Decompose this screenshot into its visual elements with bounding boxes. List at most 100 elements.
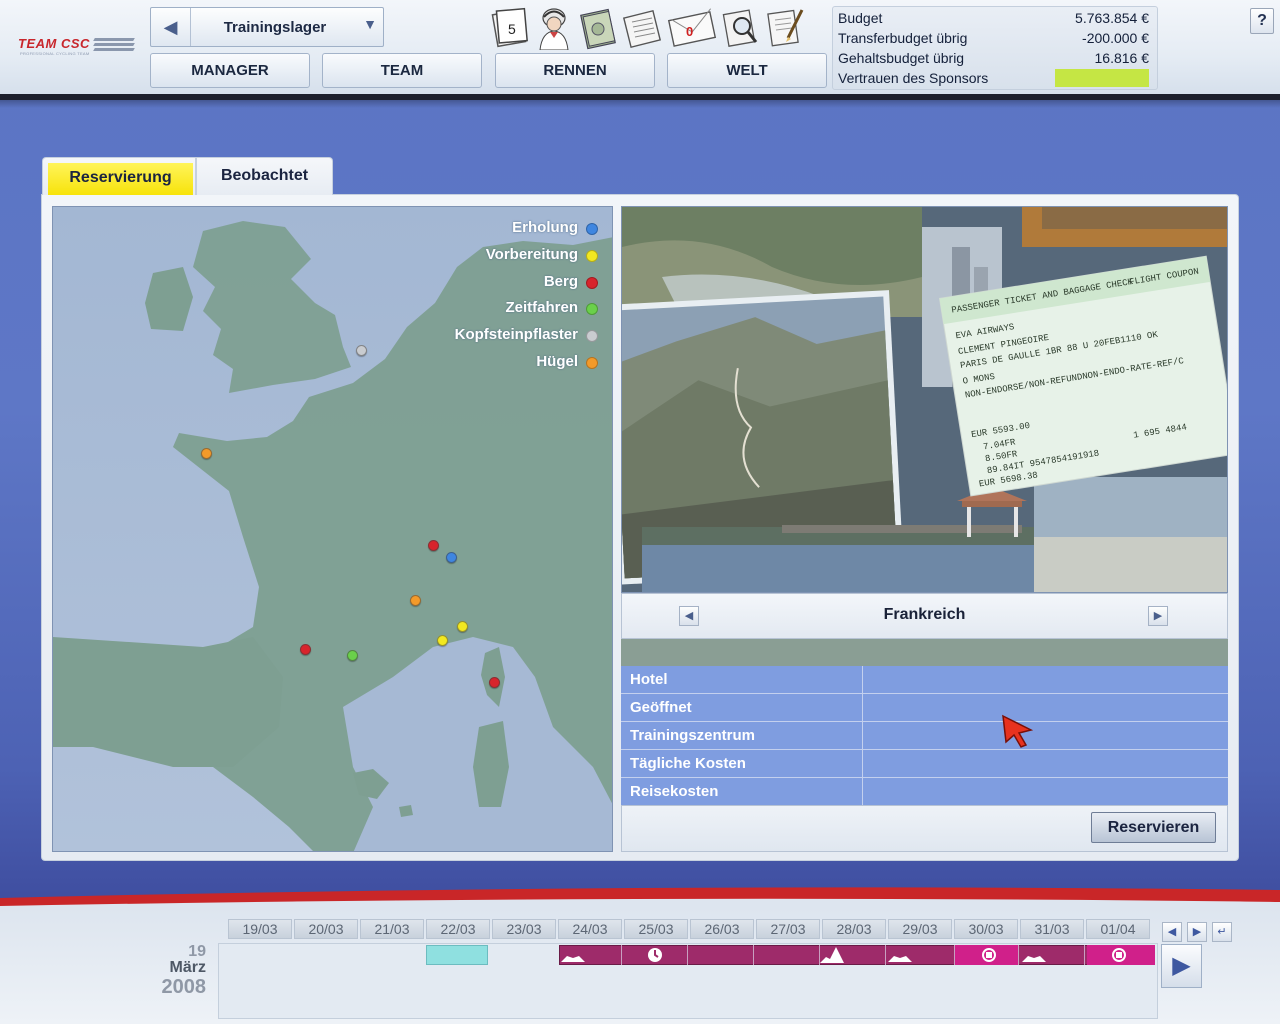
date-tab[interactable]: 31/03: [1020, 919, 1084, 939]
calendar-next-button[interactable]: ▶: [1187, 922, 1207, 942]
previous-screen-button[interactable]: ◀: [151, 8, 191, 46]
details-row-label: Trainingszentrum: [630, 727, 756, 744]
calendar-today-button[interactable]: ↵: [1212, 922, 1232, 942]
money-stack-icon[interactable]: [578, 4, 618, 50]
arrow-left-icon: ◀: [684, 610, 694, 622]
timeline-day-cell[interactable]: [688, 945, 754, 965]
svg-text:5: 5: [508, 21, 516, 37]
newspaper-icon[interactable]: [622, 4, 662, 50]
hilly-stage-icon: [888, 956, 912, 962]
legend-kopfsteinpflaster: Kopfsteinpflaster: [454, 326, 598, 346]
details-column-divider: [862, 778, 863, 806]
date-tab[interactable]: 30/03: [954, 919, 1018, 939]
country-name: Frankreich: [883, 606, 966, 623]
mouse-cursor-icon: [1002, 714, 1034, 748]
mail-icon[interactable]: 0: [666, 4, 718, 50]
details-row-taegliche-kosten: Tägliche Kosten: [621, 750, 1228, 778]
salary-budget-row: Gehaltsbudget übrig 16.816 €: [838, 48, 1149, 68]
location-photo-collage: PASSENGER TICKET AND BAGGAGE CHECK FLIGH…: [621, 206, 1228, 593]
date-tab[interactable]: 24/03: [558, 919, 622, 939]
details-row-label: Tägliche Kosten: [630, 755, 746, 772]
details-row-trainingszentrum: Trainingszentrum: [621, 722, 1228, 750]
legend-erholung: Erholung: [512, 219, 598, 239]
legend-label: Erholung: [512, 219, 578, 236]
camp-pin-vorbereitung[interactable]: [457, 621, 468, 632]
camp-pin-erholung[interactable]: [446, 552, 457, 563]
details-column-divider: [862, 694, 863, 722]
date-tab[interactable]: 20/03: [294, 919, 358, 939]
date-tab[interactable]: 23/03: [492, 919, 556, 939]
camp-pin-berg[interactable]: [489, 677, 500, 688]
dropdown-arrow-icon[interactable]: ▼: [363, 16, 377, 32]
legend-berg: Berg: [544, 273, 598, 293]
details-row-hotel: Hotel: [621, 666, 1228, 694]
date-tab[interactable]: 27/03: [756, 919, 820, 939]
camp-pin-berg[interactable]: [428, 540, 439, 551]
budget-label: Budget: [838, 10, 883, 26]
reserve-button[interactable]: Reservieren: [1091, 812, 1216, 843]
details-column-divider: [862, 666, 863, 694]
date-tab[interactable]: 19/03: [228, 919, 292, 939]
team-logo-text: TEAM CSC: [18, 36, 90, 51]
current-date-year: 2008: [161, 976, 207, 998]
date-tab[interactable]: 22/03: [426, 919, 490, 939]
camp-pin-huegel[interactable]: [410, 595, 421, 606]
play-arrow-icon: ▶: [1172, 952, 1191, 979]
next-country-button[interactable]: ▶: [1148, 606, 1168, 626]
legend-label: Zeitfahren: [505, 299, 578, 316]
advance-day-button[interactable]: ▶: [1161, 944, 1202, 988]
details-column-divider: [862, 722, 863, 750]
notes-icon[interactable]: [766, 4, 806, 50]
tab-reservierung[interactable]: Reservierung: [42, 157, 196, 195]
camp-pin-berg[interactable]: [300, 644, 311, 655]
date-tab[interactable]: 29/03: [888, 919, 952, 939]
camp-pin-vorbereitung[interactable]: [437, 635, 448, 646]
timeline-day-cell[interactable]: [754, 945, 820, 965]
date-tab[interactable]: 01/04: [1086, 919, 1150, 939]
toolbar-icons: 5 0: [490, 4, 810, 52]
camp-pin-zeitfahren[interactable]: [347, 650, 358, 661]
arrow-left-icon: ◀: [1167, 926, 1177, 938]
nav-rennen-button[interactable]: RENNEN: [495, 53, 655, 88]
country-navigator: ◀ Frankreich ▶: [621, 593, 1228, 639]
transfer-budget-label: Transferbudget übrig: [838, 30, 968, 46]
previous-country-button[interactable]: ◀: [679, 606, 699, 626]
tab-beobachtet[interactable]: Beobachtet: [196, 157, 333, 195]
legend-vorbereitung: Vorbereitung: [486, 246, 598, 266]
calendar-prev-button[interactable]: ◀: [1162, 922, 1182, 942]
help-button[interactable]: ?: [1250, 8, 1274, 34]
details-table-header: [621, 639, 1228, 666]
calendar-icon[interactable]: 5: [490, 4, 530, 50]
date-tab[interactable]: 25/03: [624, 919, 688, 939]
nav-welt-button[interactable]: WELT: [667, 53, 827, 88]
salary-budget-value: 16.816 €: [1094, 50, 1150, 66]
logo-stripes: [93, 38, 135, 54]
date-tab[interactable]: 26/03: [690, 919, 754, 939]
legend-dot-icon: [586, 250, 598, 262]
salary-budget-label: Gehaltsbudget übrig: [838, 50, 965, 66]
camp-pin-huegel[interactable]: [201, 448, 212, 459]
timeline-training-camp-event[interactable]: [426, 945, 488, 965]
date-tab[interactable]: 28/03: [822, 919, 886, 939]
camp-pin-kopfsteinpflaster[interactable]: [356, 345, 367, 356]
cyclist-icon[interactable]: [534, 4, 574, 51]
details-column-divider: [862, 750, 863, 778]
time-trial-clock-icon: [648, 948, 662, 962]
details-row-label: Reisekosten: [630, 783, 719, 800]
screen-title: Trainingslager: [223, 19, 327, 36]
svg-text:0: 0: [686, 24, 693, 39]
flat-stage-icon: [1022, 956, 1046, 962]
date-tab[interactable]: 21/03: [360, 919, 424, 939]
legend-label: Kopfsteinpflaster: [454, 326, 578, 343]
transfer-budget-value: -200.000 €: [1082, 30, 1149, 46]
details-row-reisekosten: Reisekosten: [621, 778, 1228, 806]
nav-team-button[interactable]: TEAM: [322, 53, 482, 88]
screen-selector[interactable]: ◀ Trainingslager ▼: [150, 7, 384, 47]
budget-row: Budget 5.763.854 €: [838, 8, 1149, 28]
legend-dot-icon: [586, 303, 598, 315]
nav-manager-button[interactable]: MANAGER: [150, 53, 310, 88]
budget-value: 5.763.854 €: [1075, 10, 1149, 26]
tab-reservierung-label: Reservierung: [48, 163, 193, 195]
scout-magnifier-icon[interactable]: [722, 4, 762, 50]
prologue-icon: [1112, 948, 1126, 962]
